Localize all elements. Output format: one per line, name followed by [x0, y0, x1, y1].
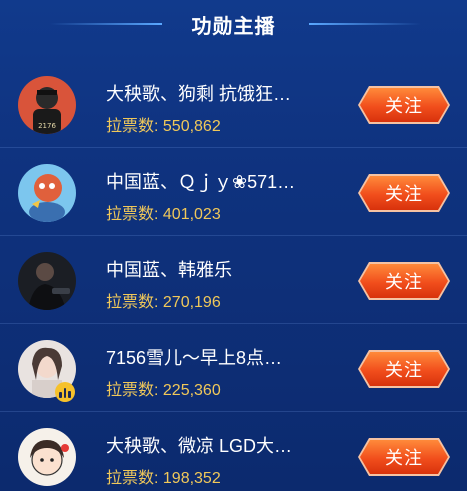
avatar[interactable]	[18, 252, 76, 310]
vote-count: 拉票数: 550,862	[106, 118, 221, 135]
vote-count: 拉票数: 225,360	[106, 382, 221, 399]
anchor-name[interactable]: 中国蓝、韩雅乐	[106, 256, 336, 282]
follow-button-label: 关注	[360, 440, 448, 474]
follow-button[interactable]: 关注	[358, 86, 450, 124]
vote-count: 拉票数: 401,023	[106, 206, 221, 223]
anchor-name[interactable]: 中国蓝、Ｑｊｙ❀571…	[106, 168, 336, 194]
anchor-list: 2176 大秧歌、狗剩 抗饿狂… 拉票数: 550,862 关注 中国蓝、Ｑｊｙ…	[0, 60, 467, 491]
live-badge-icon	[55, 382, 75, 402]
anchor-row: 大秧歌、微凉 LGD大… 拉票数: 198,352 关注	[0, 412, 467, 491]
avatar[interactable]	[18, 164, 76, 222]
panel-title: 功勋主播	[191, 15, 276, 38]
panel-header: 功勋主播	[0, 0, 467, 48]
vote-count: 拉票数: 198,352	[106, 470, 221, 487]
follow-button[interactable]: 关注	[358, 174, 450, 212]
avatar-image	[18, 252, 76, 310]
featured-anchors-panel: 功勋主播 2176 大秧歌、狗剩 抗饿狂… 拉票数: 550,862 关注 中国…	[0, 0, 467, 491]
anchor-row: 中国蓝、Ｑｊｙ❀571… 拉票数: 401,023 关注	[0, 148, 467, 236]
svg-text:2176: 2176	[38, 122, 56, 130]
header-divider-left	[50, 23, 162, 25]
avatar[interactable]	[18, 428, 76, 486]
anchor-row: 7156雪儿～早上8点… 拉票数: 225,360 关注	[0, 324, 467, 412]
follow-button[interactable]: 关注	[358, 350, 450, 388]
avatar[interactable]: 2176	[18, 76, 76, 134]
avatar-image: 2176	[18, 76, 76, 134]
anchor-name[interactable]: 大秧歌、微凉 LGD大…	[106, 432, 336, 458]
header-divider-right	[309, 23, 421, 25]
anchor-name[interactable]: 大秧歌、狗剩 抗饿狂…	[106, 80, 336, 106]
follow-button-label: 关注	[360, 88, 448, 122]
follow-button[interactable]: 关注	[358, 438, 450, 476]
anchor-name[interactable]: 7156雪儿～早上8点…	[106, 344, 336, 370]
follow-button-label: 关注	[360, 176, 448, 210]
avatar-image	[18, 164, 76, 222]
follow-button-label: 关注	[360, 264, 448, 298]
follow-button-label: 关注	[360, 352, 448, 386]
avatar-image	[18, 428, 76, 486]
anchor-row: 2176 大秧歌、狗剩 抗饿狂… 拉票数: 550,862 关注	[0, 60, 467, 148]
vote-count: 拉票数: 270,196	[106, 294, 221, 311]
anchor-row: 中国蓝、韩雅乐 拉票数: 270,196 关注	[0, 236, 467, 324]
follow-button[interactable]: 关注	[358, 262, 450, 300]
